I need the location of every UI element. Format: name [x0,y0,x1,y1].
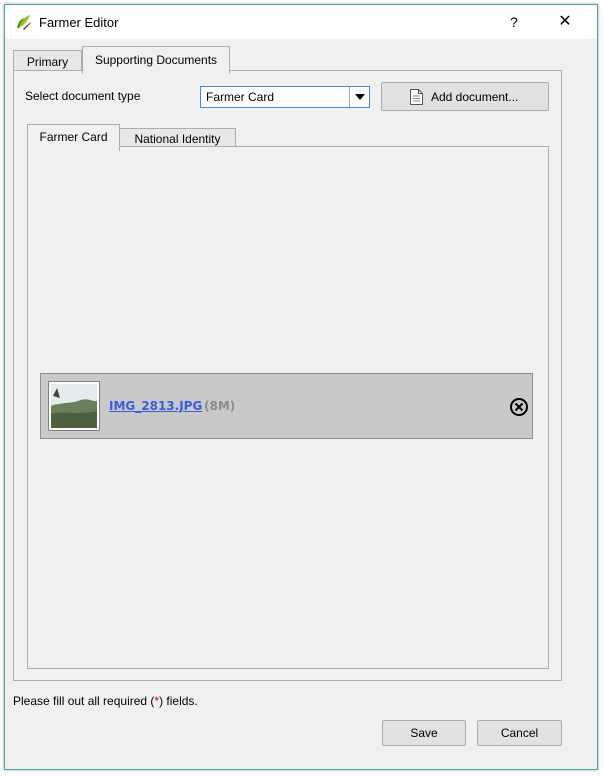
required-fields-message: Please fill out all required (*) fields. [13,694,198,708]
document-type-value: Farmer Card [206,90,275,104]
attachment-item: IMG_2813.JPG (8M) [40,373,533,439]
attachment-filename-link[interactable]: IMG_2813.JPG [109,399,202,413]
add-document-button[interactable]: Add document... [381,82,549,111]
image-thumbnail[interactable] [48,381,100,431]
document-type-label: Select document type [25,89,141,103]
tab-supporting-documents[interactable]: Supporting Documents [82,46,230,74]
document-icon [410,89,423,108]
close-button[interactable]: ✕ [555,12,575,32]
chevron-down-icon[interactable] [349,87,369,107]
help-button[interactable]: ? [505,12,523,32]
required-message-suffix: ) fields. [159,694,198,708]
tab-farmer-card[interactable]: Farmer Card [27,124,120,151]
document-type-select[interactable]: Farmer Card [200,86,370,108]
title-bar: Farmer Editor ? ✕ [5,5,597,39]
add-document-label: Add document... [431,90,519,104]
cancel-button[interactable]: Cancel [477,720,562,746]
window-title: Farmer Editor [39,15,119,30]
attachment-size: (8M) [204,399,236,413]
save-button[interactable]: Save [382,720,466,746]
qgis-logo-icon [15,13,33,31]
required-message-prefix: Please fill out all required ( [13,694,155,708]
remove-attachment-icon[interactable] [509,397,529,417]
